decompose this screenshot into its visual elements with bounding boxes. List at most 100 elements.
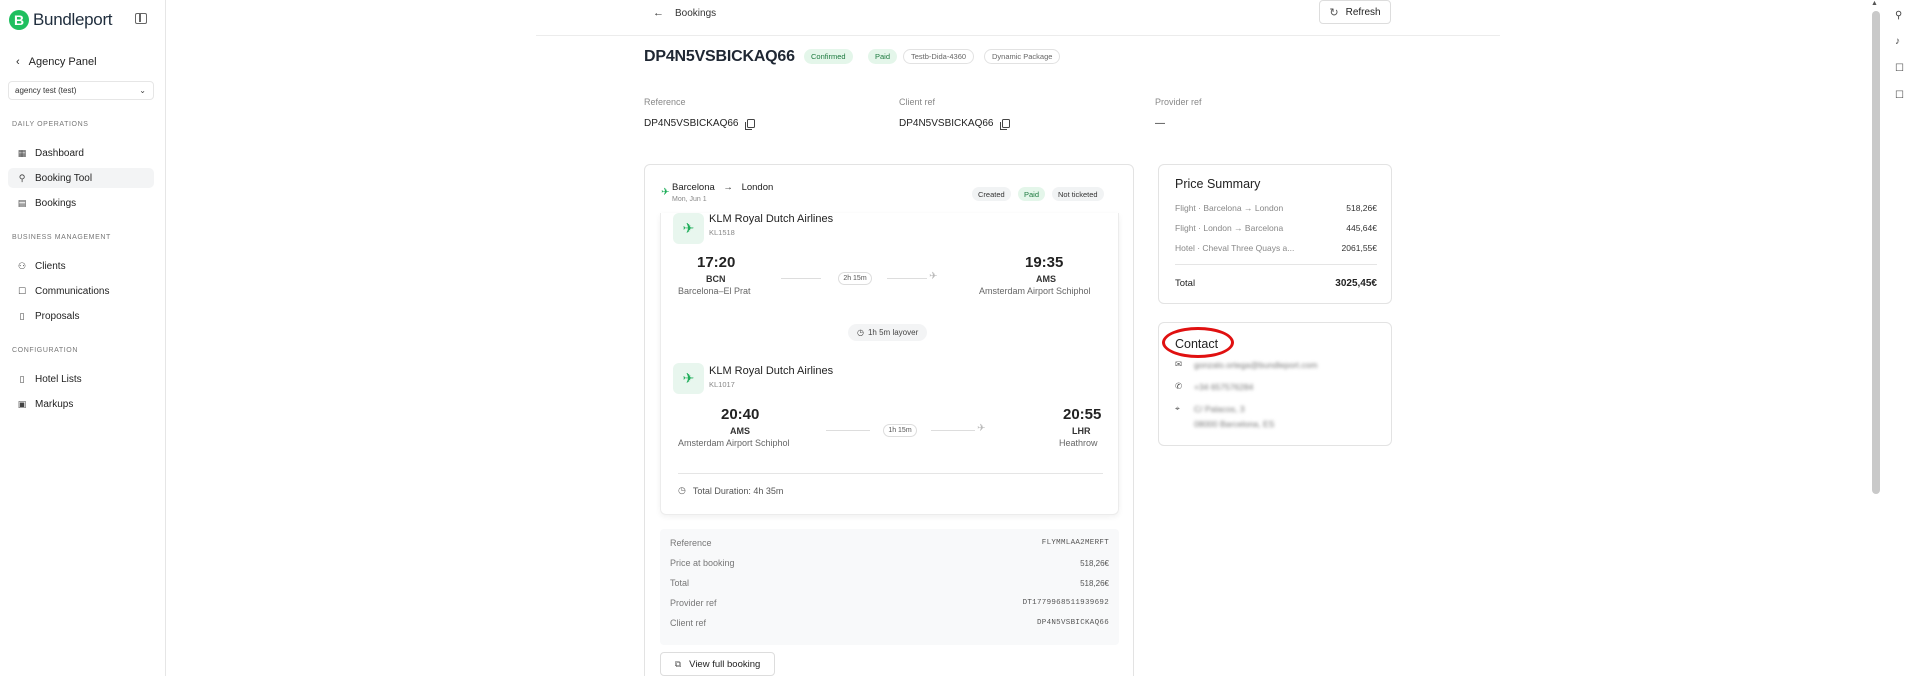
reference-label: Reference <box>644 97 686 107</box>
contact-address: ⌖ C/ Palacos, 3 <box>1175 403 1245 414</box>
sidebar-item-markups[interactable]: ▣ Markups <box>8 394 154 414</box>
sidebar-item-proposals[interactable]: ▯ Proposals <box>8 306 154 326</box>
chat-icon[interactable]: ☐ <box>1895 63 1904 74</box>
mail-icon: ✉ <box>1175 359 1183 369</box>
right-edge: ▲ ⚲ ♪ ☐ ☐ <box>1868 0 1911 676</box>
agency-panel-link[interactable]: ‹ Agency Panel <box>16 56 97 68</box>
airline-plane-icon: ✈ <box>673 213 704 244</box>
sidebar-item-clients[interactable]: ⚇ Clients <box>8 256 154 276</box>
refresh-button[interactable]: ↻ Refresh <box>1319 0 1391 24</box>
plane-icon: ✈ <box>929 271 938 282</box>
price-row-label: Flight · London → Barcelona <box>1175 223 1284 233</box>
flight-line <box>887 278 927 279</box>
flight-route: Barcelona → London <box>672 182 773 193</box>
booking-detail-main: ← Bookings ↻ Refresh DP4N5VSBICKAQ66 Con… <box>536 0 1500 676</box>
status-badge-paid: Paid <box>868 49 898 64</box>
copy-icon[interactable] <box>744 119 755 130</box>
notification-bell-icon[interactable]: ♪ <box>1895 36 1900 47</box>
route-arrow: → <box>723 182 733 193</box>
price-total-value: 3025,45€ <box>1335 278 1377 289</box>
agency-panel-label: Agency Panel <box>28 56 97 68</box>
flight-segments-card: ✈ KLM Royal Dutch Airlines KL1518 17:20 … <box>660 213 1119 515</box>
users-icon: ⚇ <box>17 260 27 271</box>
total-duration: ◷ Total Duration: 4h 35m <box>678 485 783 496</box>
flight-line <box>826 430 870 431</box>
flight-line <box>931 430 975 431</box>
bundleport-logo-icon: B <box>9 10 29 30</box>
external-link-icon: ⧉ <box>674 658 682 669</box>
flight-date: Mon, Jun 1 <box>672 196 707 203</box>
copy-icon[interactable] <box>999 119 1010 130</box>
brand-name: Bundleport <box>33 10 113 29</box>
back-to-bookings-link[interactable]: ← Bookings <box>653 7 716 19</box>
price-row-label: Hotel · Cheval Three Quays a... <box>1175 243 1295 253</box>
badge-provider: Testb-Dida-4360 <box>903 49 975 64</box>
sidebar-item-label: Hotel Lists <box>35 373 82 385</box>
search-icon[interactable]: ⚲ <box>1895 10 1902 21</box>
plane-icon: ✈ <box>661 187 670 198</box>
price-row-label: Flight · Barcelona → London <box>1175 203 1284 213</box>
sidebar-item-label: Dashboard <box>35 147 84 159</box>
flight-details-panel: Reference FLYMMLAA2MERFT Price at bookin… <box>660 529 1119 645</box>
contact-address-line2: 08000 Barcelona, ES <box>1194 419 1275 429</box>
document-icon: ▯ <box>19 310 25 321</box>
flight-line <box>781 278 821 279</box>
arrow-left-icon: ← <box>653 7 664 19</box>
departure-code: AMS <box>730 426 750 436</box>
scrollbar-thumb[interactable] <box>1872 11 1880 494</box>
segment-duration: 2h 15m <box>838 272 872 285</box>
sidebar-item-label: Markups <box>35 398 74 410</box>
price-row-value: 2061,55€ <box>1341 243 1377 253</box>
price-summary-card: Price Summary Flight · Barcelona → Londo… <box>1158 164 1392 304</box>
dashboard-icon: ▦ <box>17 147 27 158</box>
contact-card: Contact ✉ gonzalo.ortega@bundleport.com … <box>1158 322 1392 446</box>
price-row-value: 445,64€ <box>1346 223 1377 233</box>
sidebar-item-dashboard[interactable]: ▦ Dashboard <box>8 143 154 163</box>
detail-value: DT1779968511939692 <box>1022 599 1109 607</box>
calendar-icon: ▤ <box>17 197 27 208</box>
sidebar-item-communications[interactable]: ☐ Communications <box>8 281 154 301</box>
route-to: London <box>741 182 774 193</box>
total-duration-text: Total Duration: 4h 35m <box>692 485 784 496</box>
section-daily-operations: DAILY OPERATIONS <box>12 121 89 128</box>
client-ref-label: Client ref <box>899 97 936 107</box>
back-label: Bookings <box>675 7 717 19</box>
arrival-airport: Amsterdam Airport Schiphol <box>979 286 1091 296</box>
arrival-code: AMS <box>1036 274 1056 284</box>
scroll-up-arrow-icon[interactable]: ▲ <box>1871 0 1878 7</box>
agency-select[interactable]: agency test (test) ⌄ <box>8 81 154 100</box>
contact-address-line1: C/ Palacos, 3 <box>1194 403 1245 414</box>
detail-value: 518,26€ <box>1080 559 1109 568</box>
plane-icon: ✈ <box>977 423 986 434</box>
search-icon: ⚲ <box>18 172 26 183</box>
sidebar-item-hotel-lists[interactable]: ▯ Hotel Lists <box>8 369 154 389</box>
sidebar-item-label: Proposals <box>35 310 80 322</box>
sidebar-item-label: Communications <box>35 285 110 297</box>
message-icon: ☐ <box>17 285 27 296</box>
view-full-booking-button[interactable]: ⧉ View full booking <box>660 652 775 676</box>
sidebar-toggle-icon[interactable] <box>135 13 147 24</box>
detail-value: DP4N5VSBICKAQ66 <box>1036 619 1109 627</box>
sidebar-item-bookings[interactable]: ▤ Bookings <box>8 193 154 213</box>
view-full-booking-label: View full booking <box>689 658 761 670</box>
reference-text: DP4N5VSBICKAQ66 <box>644 118 739 129</box>
detail-label: Total <box>670 578 690 588</box>
flight-number: KL1017 <box>709 380 735 389</box>
chevron-down-icon: ⌄ <box>139 86 146 95</box>
divider <box>1175 264 1377 265</box>
topbar: ← Bookings ↻ Refresh <box>536 0 1500 36</box>
client-ref-value: DP4N5VSBICKAQ66 <box>899 118 1010 130</box>
price-summary-title: Price Summary <box>1175 177 1261 191</box>
price-total-label: Total <box>1175 278 1196 289</box>
brand-logo[interactable]: B Bundleport <box>9 10 113 30</box>
detail-label: Provider ref <box>670 598 717 608</box>
flight-number: KL1518 <box>709 228 735 237</box>
departure-time: 20:40 <box>721 406 760 423</box>
detail-label: Price at booking <box>670 558 735 568</box>
contact-address-2: 08000 Barcelona, ES <box>1194 419 1274 429</box>
clock-icon: ◷ <box>678 485 686 495</box>
detail-label: Client ref <box>670 618 707 628</box>
feedback-icon[interactable]: ☐ <box>1895 90 1904 101</box>
sidebar-item-booking-tool[interactable]: ⚲ Booking Tool <box>8 168 154 188</box>
departure-time: 17:20 <box>697 254 736 271</box>
